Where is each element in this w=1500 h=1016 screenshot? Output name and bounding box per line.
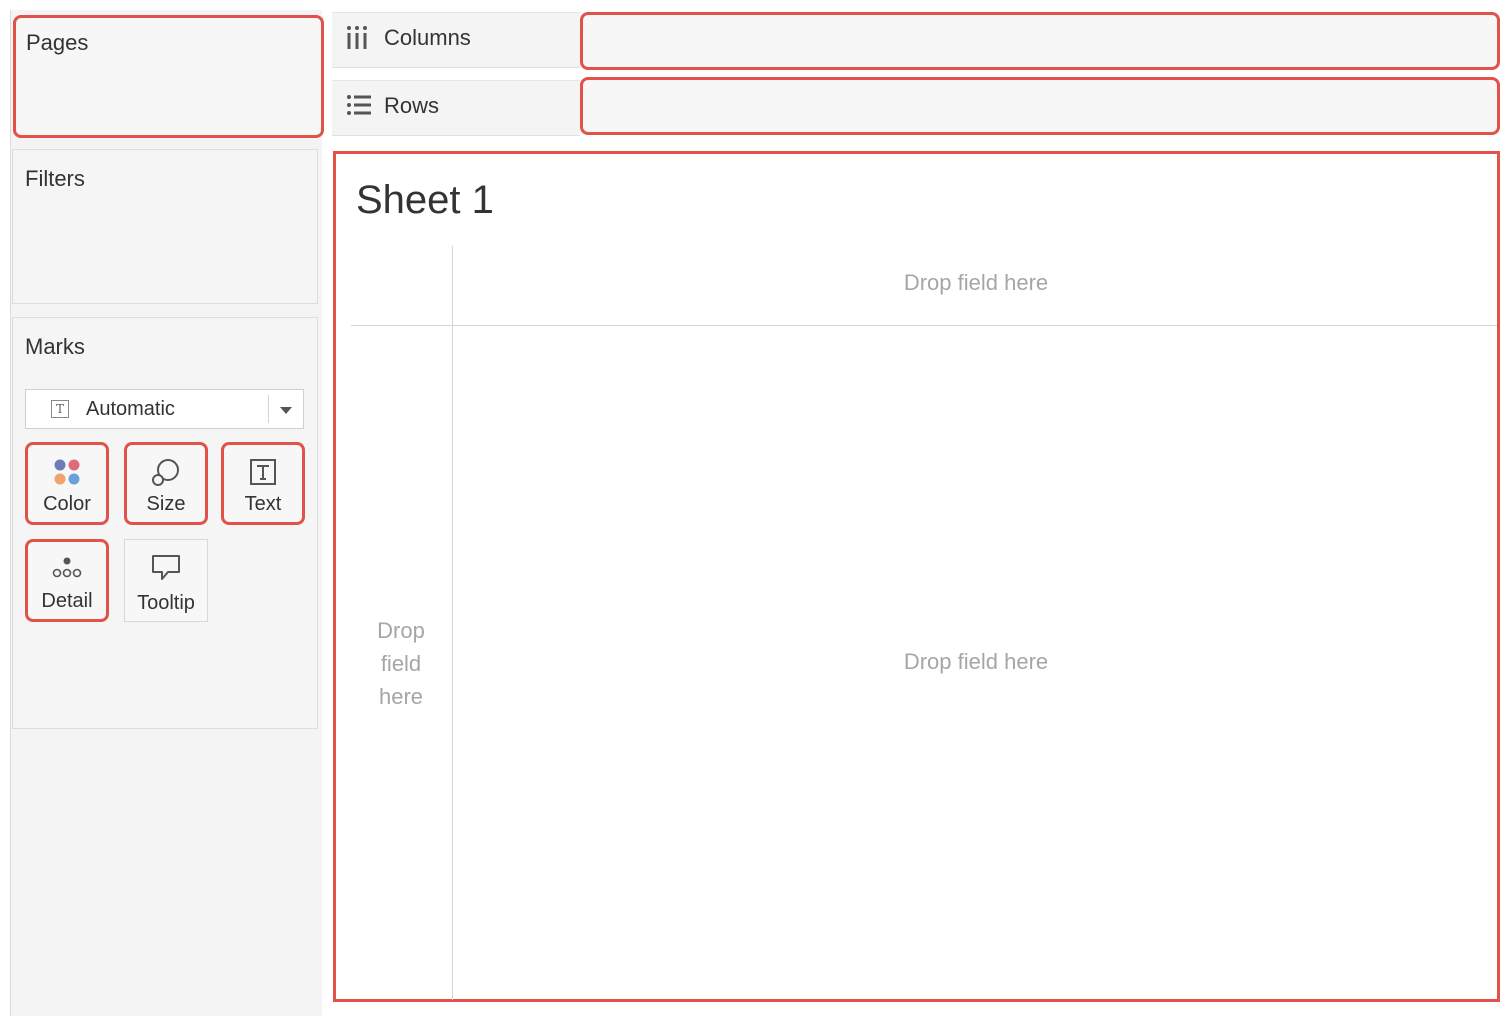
sheet-view[interactable]: Sheet 1 Drop field here Drop field here … (333, 151, 1500, 1002)
pages-title: Pages (26, 30, 89, 55)
filters-title: Filters (25, 166, 85, 191)
row-header-divider (452, 246, 453, 1000)
chevron-down-icon[interactable] (280, 407, 292, 414)
sheet-title: Sheet 1 (356, 178, 494, 222)
rows-drop-line-2: field (380, 651, 422, 676)
mark-type-value: Automatic (86, 398, 175, 420)
rows-drop-area[interactable] (580, 77, 1500, 135)
rows-icon (346, 93, 372, 122)
size-icon (150, 457, 182, 494)
tooltip-button[interactable]: Tooltip (124, 539, 208, 622)
rows-drop-zone[interactable]: Drop field here (351, 614, 451, 713)
columns-icon (346, 25, 370, 56)
detail-label: Detail (41, 590, 93, 612)
color-dots-icon (52, 457, 82, 492)
tooltip-label: Tooltip (137, 592, 195, 614)
columns-drop-area[interactable] (580, 12, 1500, 70)
rows-drop-line-1: Drop (377, 618, 425, 643)
color-button[interactable]: Color (25, 442, 109, 525)
filters-shelf[interactable]: Filters (12, 149, 318, 304)
text-mark-icon: T (51, 400, 69, 418)
detail-icon (51, 554, 83, 587)
pages-shelf[interactable]: Pages (13, 15, 324, 138)
dropdown-divider (268, 395, 269, 423)
size-button[interactable]: Size (124, 442, 208, 525)
columns-shelf-label: Columns (332, 12, 580, 68)
mark-type-dropdown[interactable]: T Automatic (25, 389, 304, 429)
column-header-divider (351, 325, 1497, 326)
body-drop-zone[interactable]: Drop field here (453, 649, 1499, 675)
text-label: Text (244, 493, 282, 515)
columns-drop-zone[interactable]: Drop field here (453, 270, 1499, 296)
text-icon (248, 457, 278, 492)
size-label: Size (146, 493, 186, 515)
rows-drop-line-3: here (378, 684, 424, 709)
text-button[interactable]: Text (221, 442, 305, 525)
detail-button[interactable]: Detail (25, 539, 109, 622)
rows-label: Rows (384, 93, 440, 118)
tooltip-icon (150, 552, 182, 587)
columns-label: Columns (384, 25, 471, 50)
color-label: Color (43, 493, 91, 515)
rows-shelf-label: Rows (332, 80, 580, 136)
marks-title: Marks (25, 334, 85, 359)
